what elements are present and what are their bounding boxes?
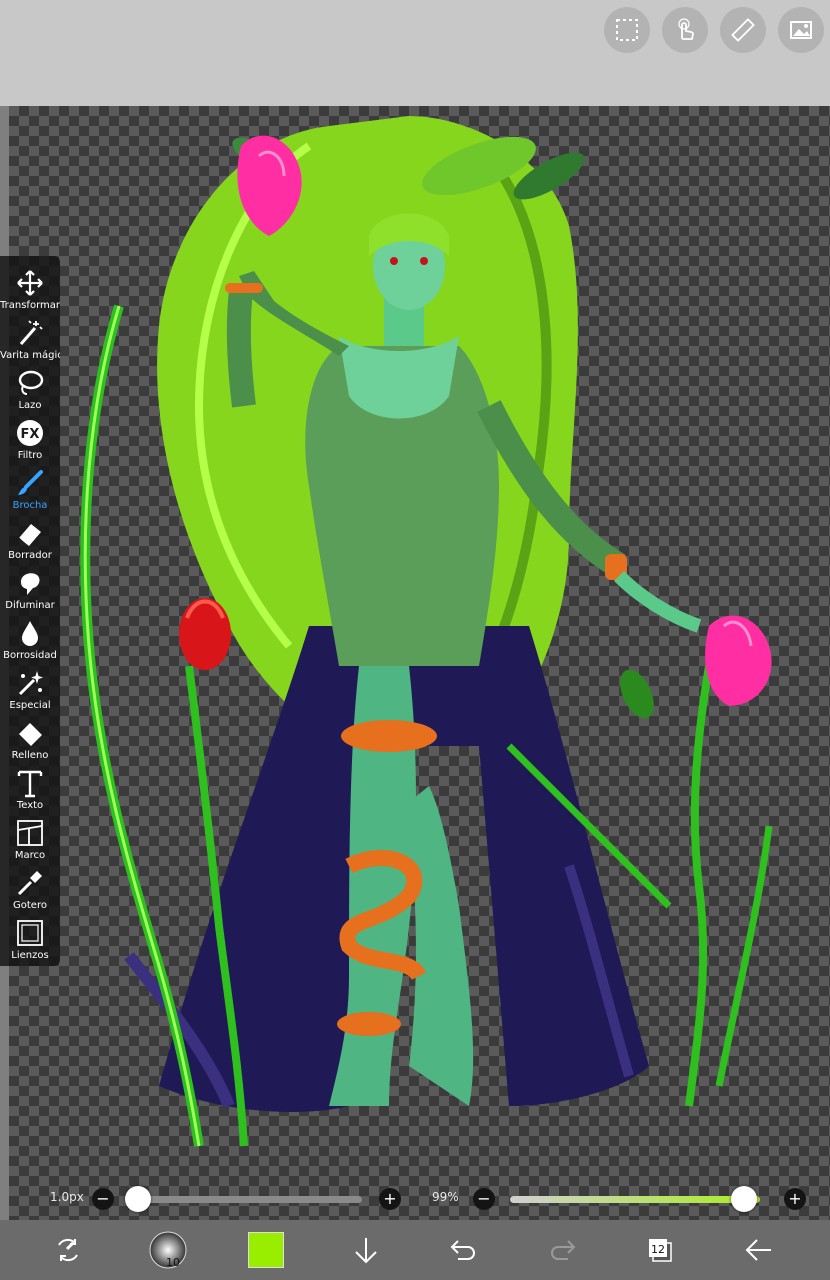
color-picker-button[interactable] (244, 1228, 288, 1272)
tool-transform[interactable]: Transformar (0, 266, 60, 316)
minus-icon: − (477, 1189, 491, 1208)
artwork-image (80, 116, 773, 1147)
eyedropper-icon (17, 871, 42, 896)
back-button[interactable] (737, 1228, 781, 1272)
redo-icon (551, 1240, 576, 1260)
selection-tool-button[interactable] (604, 7, 650, 53)
move-arrows-icon (17, 270, 43, 296)
tool-blur[interactable]: Borrosidad (0, 616, 60, 666)
undo-icon (450, 1240, 475, 1260)
opacity-value: 99% (432, 1190, 459, 1204)
dashed-selection-icon (616, 19, 638, 41)
eraser-icon (18, 524, 41, 546)
top-bar (0, 0, 830, 106)
tool-frame[interactable]: Marco (0, 816, 60, 866)
fx-icon: FX (17, 420, 43, 446)
current-color-swatch (248, 1232, 284, 1268)
brush-icon (18, 470, 43, 495)
opacity-decrease-button[interactable]: − (473, 1188, 495, 1210)
brush-size-slider-handle[interactable] (125, 1186, 151, 1212)
brush-selector-button[interactable]: 10 (146, 1228, 190, 1272)
tool-label: Varita mágica (0, 350, 60, 361)
plus-icon: + (383, 1189, 397, 1208)
tool-label: Filtro (17, 450, 43, 461)
tool-canvas[interactable]: Lienzos (0, 916, 60, 966)
brush-size-increase-button[interactable]: + (379, 1188, 401, 1210)
tool-label: Brocha (12, 500, 48, 511)
opacity-increase-button[interactable]: + (784, 1188, 806, 1210)
tool-label: Borrosidad (3, 650, 57, 661)
fill-bucket-icon (19, 723, 42, 746)
tool-label: Gotero (13, 900, 47, 911)
arrow-left-icon (745, 1239, 771, 1261)
tool-label: Marco (14, 850, 46, 861)
lasso-icon (18, 370, 44, 395)
tool-palette: Transformar Varita mágica Lazo FX Filtro… (0, 256, 60, 966)
swap-tools-icon (58, 1238, 78, 1262)
tool-label: Borrador (8, 550, 52, 561)
image-icon (790, 21, 812, 39)
tool-fill[interactable]: Relleno (0, 716, 60, 766)
tool-eyedropper[interactable]: Gotero (0, 866, 60, 916)
tool-text[interactable]: Texto (0, 766, 60, 816)
tool-label: Texto (16, 800, 44, 811)
tool-filter[interactable]: FX Filtro (0, 416, 60, 466)
tool-magic-wand[interactable]: Varita mágica (0, 316, 60, 366)
frame-icon (17, 820, 43, 846)
brush-size-slider[interactable] (126, 1196, 362, 1203)
commit-down-button[interactable] (344, 1228, 388, 1272)
redo-button[interactable] (541, 1228, 585, 1272)
tool-label: Lazo (18, 400, 42, 411)
brush-size-value: 1.0px (50, 1190, 84, 1204)
drawing-canvas[interactable] (9, 106, 830, 1220)
plus-icon: + (788, 1189, 802, 1208)
opacity-slider[interactable] (510, 1196, 760, 1203)
swap-brush-eraser-button[interactable] (46, 1228, 90, 1272)
magic-wand-icon (19, 320, 43, 345)
blur-drop-icon (22, 621, 38, 646)
layers-button[interactable]: 12 (638, 1228, 682, 1272)
tool-label: Especial (9, 700, 51, 711)
smudge-icon (21, 573, 40, 595)
canvas-icon (17, 920, 43, 946)
layers-count: 12 (651, 1243, 665, 1256)
tool-label: Relleno (11, 750, 49, 761)
minus-icon: − (96, 1189, 110, 1208)
brush-size-decrease-button[interactable]: − (92, 1188, 114, 1210)
hand-touch-icon (678, 18, 694, 40)
brush-size-badge: 10 (166, 1256, 180, 1269)
ruler-icon (731, 18, 755, 42)
tool-label: Transformar (0, 300, 60, 311)
tool-label: Difuminar (5, 600, 55, 611)
canvas-area[interactable] (0, 106, 830, 1220)
opacity-slider-handle[interactable] (730, 1186, 757, 1212)
sparkle-icon (18, 671, 43, 696)
text-icon (17, 770, 43, 798)
arrow-down-icon (355, 1238, 377, 1264)
tool-lasso[interactable]: Lazo (0, 366, 60, 416)
tool-special[interactable]: Especial (0, 666, 60, 716)
finger-tool-button[interactable] (662, 7, 708, 53)
bottom-toolbar: 10 12 (0, 1220, 830, 1280)
tool-label: Lienzos (11, 950, 49, 961)
tool-brush[interactable]: Brocha (0, 466, 60, 516)
undo-button[interactable] (441, 1228, 485, 1272)
material-button[interactable] (778, 7, 824, 53)
svg-text:FX: FX (21, 427, 40, 442)
ruler-tool-button[interactable] (720, 7, 766, 53)
tool-smudge[interactable]: Difuminar (0, 566, 60, 616)
tool-eraser[interactable]: Borrador (0, 516, 60, 566)
